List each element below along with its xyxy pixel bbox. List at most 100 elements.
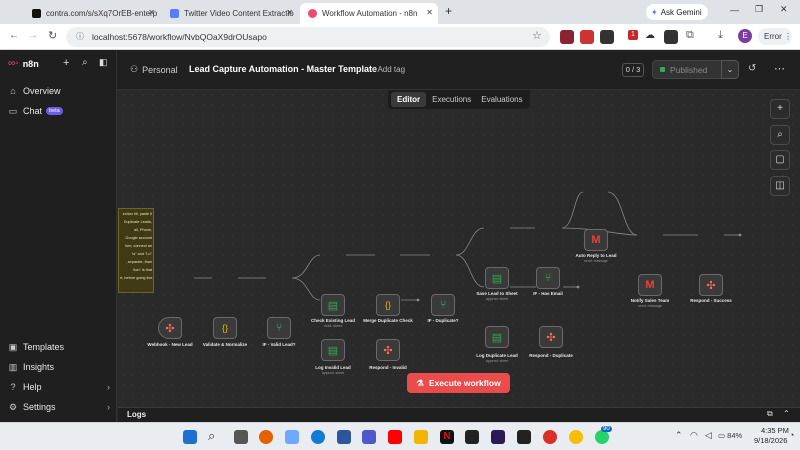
node-merge[interactable]: {} bbox=[376, 294, 400, 316]
more-options-icon[interactable]: ⋯ bbox=[774, 62, 785, 75]
profile-avatar[interactable]: E bbox=[738, 29, 752, 43]
sidebar-item-insights[interactable]: ▥ Insights bbox=[8, 362, 54, 372]
capcut-icon[interactable] bbox=[517, 430, 531, 444]
user-icon: ⚇ bbox=[130, 64, 139, 74]
extension-icon[interactable] bbox=[600, 30, 614, 44]
start-icon[interactable] bbox=[183, 430, 197, 444]
window-close-icon[interactable]: ✕ bbox=[780, 4, 788, 15]
project-breadcrumb[interactable]: ⚇ Personal bbox=[130, 64, 178, 75]
back-icon[interactable]: ← bbox=[9, 30, 19, 41]
publish-dropdown-button[interactable]: ⌄ bbox=[721, 60, 739, 79]
chrome-icon[interactable] bbox=[569, 430, 583, 444]
node-check-existing[interactable]: ▤ bbox=[321, 294, 345, 316]
cloud-icon[interactable]: ☁ bbox=[645, 30, 655, 41]
sidebar-item-label: Settings bbox=[23, 402, 56, 412]
firefox-icon[interactable] bbox=[259, 430, 273, 444]
connection bbox=[455, 227, 485, 256]
node-if-valid[interactable]: ⑂ bbox=[267, 317, 291, 339]
notification-bell-icon[interactable]: ◔ bbox=[789, 430, 794, 440]
app-icon[interactable] bbox=[543, 430, 557, 444]
extension-icon[interactable] bbox=[580, 30, 594, 44]
sidebar-item-settings[interactable]: ⚙ Settings › bbox=[8, 402, 110, 412]
published-button[interactable]: Published bbox=[652, 60, 722, 79]
close-icon[interactable]: ✕ bbox=[426, 8, 433, 17]
node-notify-sales[interactable]: M bbox=[638, 274, 662, 296]
minimize-icon[interactable]: — bbox=[730, 5, 739, 15]
logs-panel-bar[interactable]: Logs ⧉ ⌃ bbox=[118, 407, 800, 422]
battery-indicator[interactable]: ▭ 84% bbox=[718, 431, 742, 440]
reload-icon[interactable]: ↻ bbox=[48, 29, 57, 42]
ask-gemini-button[interactable]: ✦ Ask Gemini bbox=[646, 4, 708, 20]
execute-workflow-button[interactable]: ⚗ Execute workflow bbox=[407, 373, 510, 393]
search-icon[interactable]: ⌕ bbox=[208, 428, 215, 444]
task-view-icon[interactable] bbox=[234, 430, 248, 444]
wifi-icon[interactable]: ◠ bbox=[690, 430, 698, 441]
youtube-icon[interactable] bbox=[388, 430, 402, 444]
sidebar-item-help[interactable]: ? Help › bbox=[8, 382, 110, 392]
sidebar-item-templates[interactable]: ▣ Templates bbox=[8, 342, 64, 352]
clock-time[interactable]: 4:35 PM bbox=[761, 426, 789, 435]
node-auto-reply[interactable]: M bbox=[584, 229, 608, 251]
copilot-icon[interactable] bbox=[285, 430, 299, 444]
extension-icon[interactable] bbox=[664, 30, 678, 44]
chevron-up-icon[interactable]: ⌃ bbox=[675, 430, 683, 441]
node-webhook[interactable]: ✣ bbox=[158, 317, 182, 339]
word-icon[interactable] bbox=[337, 430, 351, 444]
premiere-icon[interactable] bbox=[491, 430, 505, 444]
node-if-duplicate[interactable]: ⑂ bbox=[431, 294, 455, 316]
workflow-title[interactable]: Lead Capture Automation - Master Templat… bbox=[189, 64, 377, 74]
history-icon[interactable]: ↺ bbox=[748, 63, 756, 74]
node-label: Respond - Duplicate bbox=[529, 353, 573, 358]
sidebar-item-label: Help bbox=[23, 382, 42, 392]
browser-tab-twitter[interactable]: Twitter Video Content Extractio ✕ bbox=[162, 3, 298, 24]
chevron-up-icon[interactable]: ⌃ bbox=[783, 409, 790, 418]
search-icon[interactable]: ⌕ bbox=[770, 125, 790, 145]
site-info-icon[interactable]: ⓘ bbox=[76, 27, 84, 47]
collapse-sidebar-icon[interactable]: ◧ bbox=[99, 57, 108, 68]
sidebar-item-chat[interactable]: ▭ Chat beta bbox=[8, 106, 63, 116]
search-icon[interactable]: ⌕ bbox=[82, 57, 88, 68]
file-explorer-icon[interactable] bbox=[414, 430, 428, 444]
sidebar: ∞◦ n8n + ⌕ ◧ ⌂ Overview ▭ Chat beta ▣ Te… bbox=[0, 50, 117, 422]
popout-icon[interactable]: ⧉ bbox=[767, 409, 773, 419]
edge-icon[interactable] bbox=[311, 430, 325, 444]
node-log-invalid[interactable]: ▤ bbox=[321, 339, 345, 361]
browser-tab-contra[interactable]: contra.com/s/sXq7OrEB-enterp ✕ bbox=[24, 3, 160, 24]
extension-badge[interactable]: 1 bbox=[628, 30, 638, 40]
node-respond-success[interactable]: ✣ bbox=[699, 274, 723, 296]
node-respond-invalid[interactable]: ✣ bbox=[376, 339, 400, 361]
bookmark-star-icon[interactable]: ☆ bbox=[532, 29, 542, 42]
connection bbox=[607, 191, 638, 236]
extensions-puzzle-icon[interactable]: ⧉ bbox=[686, 29, 694, 42]
sidebar-item-overview[interactable]: ⌂ Overview bbox=[8, 86, 60, 96]
whatsapp-icon[interactable] bbox=[595, 430, 609, 444]
app-icon[interactable] bbox=[465, 430, 479, 444]
close-icon[interactable]: ✕ bbox=[148, 8, 155, 17]
maximize-icon[interactable]: ❐ bbox=[755, 4, 763, 15]
node-save-lead[interactable]: ▤ bbox=[485, 267, 509, 289]
error-button[interactable]: Error ⋮ bbox=[758, 28, 792, 45]
close-icon[interactable]: ✕ bbox=[286, 8, 293, 17]
clock-date[interactable]: 9/18/2026 bbox=[754, 436, 787, 445]
node-validate[interactable]: {} bbox=[213, 317, 237, 339]
sticky-note-icon[interactable]: ▢ bbox=[770, 150, 790, 170]
create-button[interactable]: + bbox=[63, 57, 69, 69]
node-if-email[interactable]: ⑂ bbox=[536, 267, 560, 289]
node-respond-duplicate[interactable]: ✣ bbox=[539, 326, 563, 348]
add-tag-button[interactable]: + Add tag bbox=[371, 65, 405, 74]
teams-icon[interactable] bbox=[362, 430, 376, 444]
add-node-button[interactable]: + bbox=[770, 99, 790, 119]
workflow-canvas[interactable]: Editor Executions Evaluations ection til… bbox=[118, 90, 800, 432]
download-icon[interactable]: ⤓ bbox=[718, 29, 723, 42]
new-tab-button[interactable]: + bbox=[445, 4, 452, 18]
version-counter[interactable]: 0 / 3 bbox=[622, 63, 644, 77]
node-log-duplicate[interactable]: ▤ bbox=[485, 326, 509, 348]
netflix-icon[interactable]: N bbox=[440, 430, 454, 444]
address-bar[interactable]: ⓘ localhost:5678/workflow/NvbQOaX9drOUsa… bbox=[66, 27, 550, 47]
browser-tab-n8n[interactable]: Workflow Automation - n8n ✕ bbox=[300, 3, 438, 24]
panel-toggle-icon[interactable]: ◫ bbox=[770, 176, 790, 196]
extension-icon[interactable] bbox=[560, 30, 574, 44]
n8n-app: ∞◦ n8n + ⌕ ◧ ⌂ Overview ▭ Chat beta ▣ Te… bbox=[0, 50, 800, 432]
forward-icon[interactable]: → bbox=[28, 30, 38, 41]
volume-icon[interactable]: ◁ bbox=[705, 430, 712, 441]
